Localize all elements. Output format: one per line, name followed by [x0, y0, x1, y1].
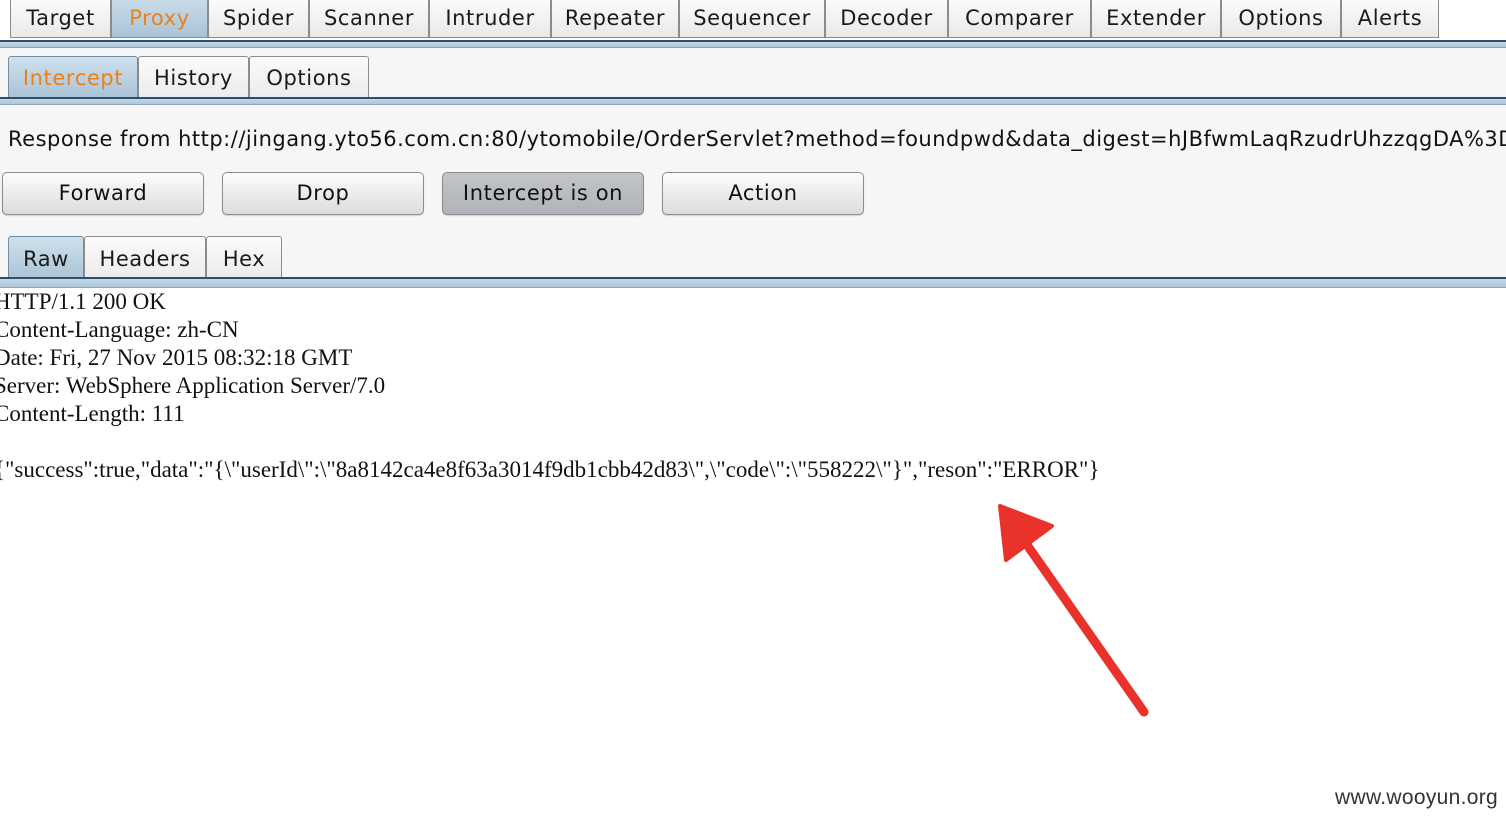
header-line: Date: Fri, 27 Nov 2015 08:32:18 GMT: [0, 345, 353, 370]
proxy-tab-bar: Intercept History Options: [0, 48, 1506, 104]
tab-intruder[interactable]: Intruder: [429, 0, 551, 38]
tool-tab-divider: [0, 40, 1506, 48]
tab-headers[interactable]: Headers: [84, 236, 206, 280]
tool-tab-bar: Target Proxy Spider Scanner Intruder Rep…: [0, 0, 1506, 40]
header-line: Server: WebSphere Application Server/7.0: [0, 373, 386, 398]
tab-proxy-options[interactable]: Options: [249, 56, 369, 98]
response-source-label: Response from http://jingang.yto56.com.c…: [8, 127, 1506, 151]
header-line: Content-Length: 111: [0, 401, 185, 426]
watermark-text: www.wooyun.org: [1335, 786, 1498, 809]
tab-comparer[interactable]: Comparer: [948, 0, 1091, 38]
raw-message-editor[interactable]: HTTP/1.1 200 OK Content-Language: zh-CN …: [0, 288, 1506, 828]
tab-options[interactable]: Options: [1221, 0, 1341, 38]
burp-suite-window: Target Proxy Spider Scanner Intruder Rep…: [0, 0, 1506, 828]
tab-spider[interactable]: Spider: [208, 0, 309, 38]
tab-proxy[interactable]: Proxy: [111, 0, 208, 38]
intercept-panel: Response from http://jingang.yto56.com.c…: [0, 105, 1506, 288]
action-button[interactable]: Action: [662, 172, 864, 215]
status-line: HTTP/1.1 200 OK: [0, 289, 166, 314]
tab-scanner[interactable]: Scanner: [309, 0, 429, 38]
tab-sequencer[interactable]: Sequencer: [679, 0, 825, 38]
drop-button[interactable]: Drop: [222, 172, 424, 215]
tab-hex[interactable]: Hex: [206, 236, 282, 280]
tab-decoder[interactable]: Decoder: [825, 0, 948, 38]
intercept-toggle-button[interactable]: Intercept is on: [442, 172, 644, 215]
response-body-line: {"success":true,"data":"{\"userId\":\"8a…: [0, 457, 1100, 482]
tab-target[interactable]: Target: [10, 0, 111, 38]
proxy-tab-divider: [0, 97, 1506, 105]
tab-extender[interactable]: Extender: [1091, 0, 1221, 38]
tab-raw[interactable]: Raw: [8, 236, 84, 280]
tab-repeater[interactable]: Repeater: [551, 0, 679, 38]
message-tab-divider: [0, 277, 1506, 288]
tab-intercept[interactable]: Intercept: [8, 56, 138, 98]
tab-alerts[interactable]: Alerts: [1341, 0, 1439, 38]
tab-history[interactable]: History: [138, 56, 249, 98]
forward-button[interactable]: Forward: [2, 172, 204, 215]
header-line: Content-Language: zh-CN: [0, 317, 239, 342]
